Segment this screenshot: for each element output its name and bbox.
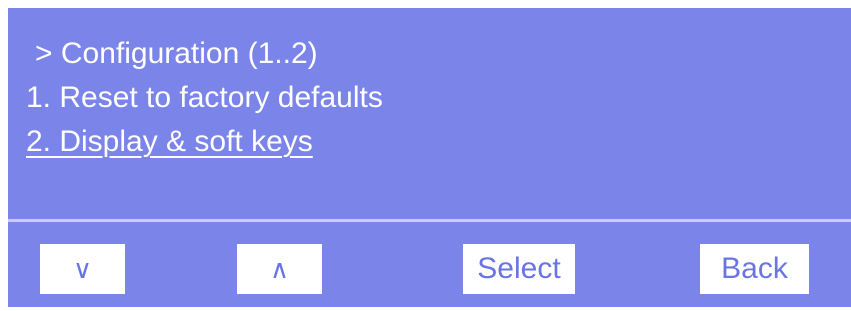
lcd-screen: > Configuration (1..2) 1. Reset to facto… <box>8 8 851 307</box>
back-softkey[interactable]: Back <box>700 244 809 294</box>
select-softkey[interactable]: Select <box>463 244 575 294</box>
menu: > Configuration (1..2) 1. Reset to facto… <box>26 32 383 164</box>
down-softkey[interactable]: ∨ <box>40 244 125 294</box>
up-softkey[interactable]: ∧ <box>237 244 322 294</box>
softkey-divider <box>8 219 851 222</box>
menu-item-reset-factory-defaults[interactable]: 1. Reset to factory defaults <box>26 76 383 120</box>
menu-title: > Configuration (1..2) <box>35 37 318 70</box>
menu-item-display-soft-keys[interactable]: 2. Display & soft keys <box>26 120 383 164</box>
chevron-up-icon: ∧ <box>269 254 290 284</box>
chevron-down-icon: ∨ <box>72 254 93 284</box>
